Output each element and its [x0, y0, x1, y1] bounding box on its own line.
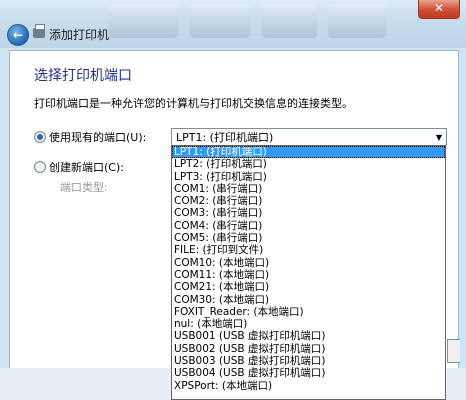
add-printer-window: ✕ ← 添加打印机 选择打印机端口 打印机端口是一种允许您的计算机与打印机交换信… — [0, 0, 466, 400]
printer-icon — [33, 24, 45, 38]
printer-decoration-icon — [262, 4, 317, 38]
dropdown-option[interactable]: COM30: (本地端口) — [172, 294, 445, 306]
title-bar: ✕ ← 添加打印机 — [0, 0, 466, 48]
dropdown-option[interactable]: FOXIT_Reader: (本地端口) — [172, 306, 445, 318]
dropdown-option[interactable]: USB001 (USB 虚拟打印机端口) — [172, 330, 445, 342]
dropdown-option[interactable]: XPSPort: (本地端口) — [172, 380, 445, 392]
dropdown-option[interactable]: USB003 (USB 虚拟打印机端口) — [172, 355, 445, 367]
printer-decoration-icon — [108, 4, 178, 38]
dropdown-option[interactable]: LPT3: (打印机端口) — [172, 171, 445, 183]
window-title: 添加打印机 — [49, 28, 110, 42]
printer-decoration-icon — [328, 4, 386, 38]
dropdown-option[interactable]: USB004 (USB 虚拟打印机端口) — [172, 367, 445, 379]
port-dropdown-list[interactable]: LPT1: (打印机端口) LPT2: (打印机端口) LPT3: (打印机端口) C… — [171, 145, 446, 400]
printer-decoration-icon — [190, 4, 250, 38]
dropdown-option[interactable]: COM21: (本地端口) — [172, 281, 445, 293]
use-existing-port-radio[interactable] — [34, 131, 46, 143]
dropdown-option[interactable]: COM11: (本地端口) — [172, 269, 445, 281]
close-button[interactable]: ✕ — [418, 0, 460, 19]
existing-port-value: LPT1: (打印机端口) — [176, 131, 274, 144]
create-new-port-radio[interactable] — [34, 161, 46, 173]
dropdown-option[interactable]: COM1: (串行端口) — [172, 183, 445, 195]
port-type-label: 端口类型: — [60, 181, 108, 194]
use-existing-port-label[interactable]: 使用现有的端口(U): — [49, 129, 146, 145]
dropdown-option[interactable]: COM2: (串行端口) — [172, 195, 445, 207]
dropdown-option[interactable]: nul: (本地端口) — [172, 318, 445, 330]
create-new-port-label[interactable]: 创建新端口(C): — [49, 159, 124, 175]
page-description: 打印机端口是一种允许您的计算机与打印机交换信息的连接类型。 — [34, 97, 353, 110]
dropdown-option[interactable]: LPT2: (打印机端口) — [172, 158, 445, 170]
partial-button[interactable] — [447, 339, 460, 363]
dropdown-option[interactable]: COM5: (串行端口) — [172, 232, 445, 244]
existing-port-select[interactable]: LPT1: (打印机端口) ▼ — [171, 128, 447, 146]
dropdown-option[interactable]: FILE: (打印到文件) — [172, 244, 445, 256]
back-arrow-icon[interactable]: ← — [7, 24, 29, 46]
dropdown-option[interactable]: USB002 (USB 虚拟打印机端口) — [172, 343, 445, 355]
dropdown-option[interactable]: COM4: (串行端口) — [172, 220, 445, 232]
dropdown-option[interactable]: COM10: (本地端口) — [172, 257, 445, 269]
page-title: 选择打印机端口 — [34, 68, 132, 84]
dropdown-option[interactable]: COM3: (串行端口) — [172, 207, 445, 219]
dropdown-option[interactable]: LPT1: (打印机端口) — [172, 146, 445, 159]
